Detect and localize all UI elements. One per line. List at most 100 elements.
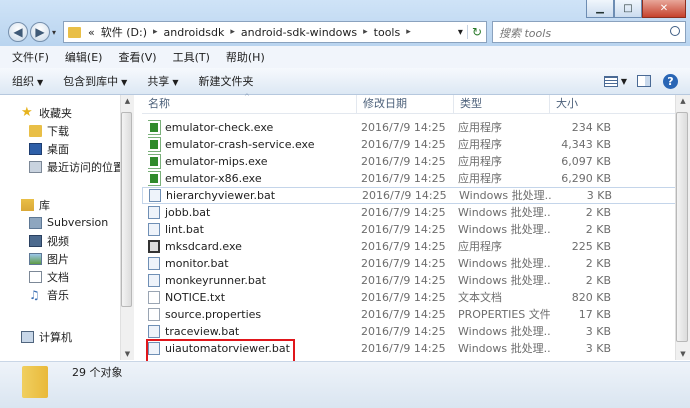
file-name: hierarchyviewer.bat bbox=[166, 189, 276, 202]
organize-button[interactable]: 组织 ▼ bbox=[0, 73, 53, 89]
column-size[interactable]: 大小 bbox=[550, 95, 614, 113]
search-box[interactable] bbox=[492, 21, 686, 43]
maximize-button[interactable]: □ bbox=[614, 0, 642, 18]
file-list-scroll-thumb[interactable] bbox=[676, 112, 688, 342]
music-icon: ♫ bbox=[29, 287, 40, 302]
nav-documents[interactable]: 文档 bbox=[29, 268, 69, 285]
history-dropdown-icon[interactable]: ▾ bbox=[52, 28, 56, 37]
file-type: Windows 批处理... bbox=[458, 274, 550, 287]
file-date: 2016/7/9 14:25 bbox=[361, 325, 446, 338]
minimize-button[interactable]: ▁ bbox=[586, 0, 614, 18]
preview-pane-icon[interactable] bbox=[637, 75, 651, 87]
nav-downloads[interactable]: 下载 bbox=[29, 122, 69, 139]
nav-pictures[interactable]: 图片 bbox=[29, 250, 69, 267]
breadcrumb-tools[interactable]: tools bbox=[371, 26, 404, 39]
file-row[interactable]: monitor.bat 2016/7/9 14:25 Windows 批处理... 2… bbox=[142, 255, 678, 272]
nav-label: 音乐 bbox=[47, 288, 69, 302]
file-name: emulator-mips.exe bbox=[165, 155, 268, 168]
scroll-down-icon[interactable]: ▼ bbox=[121, 350, 134, 358]
file-row[interactable]: emulator-mips.exe 2016/7/9 14:25 应用程序 6,097… bbox=[142, 153, 678, 170]
file-name-cell[interactable]: mksdcard.exe bbox=[148, 238, 353, 255]
help-button[interactable]: ? bbox=[663, 73, 678, 89]
library-icon bbox=[21, 198, 34, 211]
share-button[interactable]: 共享 ▼ bbox=[137, 73, 188, 89]
nav-favorites[interactable]: ★ 收藏夹 bbox=[21, 104, 72, 121]
breadcrumb-sdk-windows[interactable]: android-sdk-windows bbox=[238, 26, 360, 39]
address-dropdown-icon[interactable]: ▾ bbox=[454, 27, 467, 38]
file-name-cell[interactable]: hierarchyviewer.bat bbox=[149, 188, 354, 203]
close-button[interactable]: ✕ bbox=[642, 0, 686, 18]
file-date: 2016/7/9 14:25 bbox=[361, 257, 446, 270]
file-row[interactable]: monkeyrunner.bat 2016/7/9 14:25 Windows 批处… bbox=[142, 272, 678, 289]
file-name-cell[interactable]: NOTICE.txt bbox=[148, 289, 353, 306]
file-name-cell[interactable]: emulator-mips.exe bbox=[148, 153, 353, 170]
file-row[interactable]: lint.bat 2016/7/9 14:25 Windows 批处理... 2 KB bbox=[142, 221, 678, 238]
chevron-right-icon[interactable]: ▸ bbox=[403, 27, 414, 37]
nav-desktop[interactable]: 桌面 bbox=[29, 140, 69, 157]
file-name-cell[interactable]: emulator-check.exe bbox=[148, 119, 353, 136]
file-name-cell[interactable]: lint.bat bbox=[148, 221, 353, 238]
file-row[interactable]: NOTICE.txt 2016/7/9 14:25 文本文档 820 KB bbox=[142, 289, 678, 306]
address-bar[interactable]: « 软件 (D:) ▸ androidsdk ▸ android-sdk-windo… bbox=[63, 21, 487, 43]
column-type[interactable]: 类型 bbox=[454, 95, 550, 113]
file-name-cell[interactable]: emulator-crash-service.exe bbox=[148, 136, 353, 153]
scroll-down-icon[interactable]: ▼ bbox=[676, 350, 690, 358]
search-icon[interactable] bbox=[670, 26, 680, 36]
file-row[interactable]: traceview.bat 2016/7/9 14:25 Windows 批处理..… bbox=[142, 323, 678, 340]
file-name: monitor.bat bbox=[165, 257, 229, 270]
file-name-cell[interactable]: monitor.bat bbox=[148, 255, 353, 272]
file-row[interactable]: emulator-x86.exe 2016/7/9 14:25 应用程序 6,290 … bbox=[142, 170, 678, 187]
file-type: 应用程序 bbox=[458, 172, 502, 185]
menu-edit[interactable]: 编辑(E) bbox=[57, 49, 111, 65]
nav-subversion[interactable]: Subversion bbox=[29, 214, 108, 231]
file-name-cell[interactable]: source.properties bbox=[148, 306, 353, 323]
file-size: 820 KB bbox=[571, 291, 611, 304]
file-name-cell[interactable]: monkeyrunner.bat bbox=[148, 272, 353, 289]
chevron-right-icon[interactable]: ▸ bbox=[150, 27, 161, 37]
chevron-right-icon[interactable]: ▸ bbox=[360, 27, 371, 37]
nav-computer[interactable]: 计算机 bbox=[21, 328, 72, 345]
menu-file[interactable]: 文件(F) bbox=[0, 49, 57, 65]
search-input[interactable] bbox=[497, 23, 665, 43]
nav-videos[interactable]: 视频 bbox=[29, 232, 69, 249]
file-name-cell[interactable]: emulator-x86.exe bbox=[148, 170, 353, 187]
file-size: 3 KB bbox=[586, 189, 612, 202]
menu-view[interactable]: 查看(V) bbox=[110, 49, 164, 65]
refresh-icon[interactable]: ↻ bbox=[466, 25, 486, 39]
menu-tools[interactable]: 工具(T) bbox=[165, 49, 218, 65]
view-options-icon[interactable] bbox=[603, 75, 618, 87]
scroll-up-icon[interactable]: ▲ bbox=[676, 97, 690, 105]
file-size: 2 KB bbox=[585, 223, 611, 236]
file-name-cell[interactable]: traceview.bat bbox=[148, 323, 353, 340]
back-button[interactable]: ◀ bbox=[8, 22, 28, 42]
file-row[interactable]: emulator-crash-service.exe 2016/7/9 14:25… bbox=[142, 136, 678, 153]
scroll-up-icon[interactable]: ▲ bbox=[121, 97, 134, 105]
file-row[interactable]: mksdcard.exe 2016/7/9 14:25 应用程序 225 KB bbox=[142, 238, 678, 255]
file-row[interactable]: jobb.bat 2016/7/9 14:25 Windows 批处理... 2 KB bbox=[142, 204, 678, 221]
file-name-cell[interactable]: jobb.bat bbox=[148, 204, 353, 221]
column-date[interactable]: 修改日期 bbox=[357, 95, 454, 113]
file-row[interactable]: emulator-check.exe 2016/7/9 14:25 应用程序 234 … bbox=[142, 119, 678, 136]
file-size: 225 KB bbox=[571, 240, 611, 253]
forward-button[interactable]: ▶ bbox=[30, 22, 50, 42]
file-type: Windows 批处理... bbox=[458, 342, 550, 355]
folder-icon bbox=[68, 26, 81, 38]
breadcrumb-overflow[interactable]: « bbox=[85, 26, 98, 39]
nav-recent[interactable]: 最近访问的位置 bbox=[29, 158, 124, 175]
file-date: 2016/7/9 14:25 bbox=[361, 223, 446, 236]
file-name: traceview.bat bbox=[165, 325, 240, 338]
nav-music[interactable]: ♫ 音乐 bbox=[29, 286, 69, 303]
file-row[interactable]: hierarchyviewer.bat 2016/7/9 14:25 Windows… bbox=[142, 187, 678, 204]
new-folder-button[interactable]: 新建文件夹 bbox=[188, 73, 263, 89]
nav-libraries[interactable]: 库 bbox=[21, 196, 50, 213]
menu-help[interactable]: 帮助(H) bbox=[218, 49, 273, 65]
chevron-down-icon[interactable]: ▼ bbox=[621, 77, 627, 86]
breadcrumb-androidsdk[interactable]: androidsdk bbox=[161, 26, 228, 39]
include-in-library-button[interactable]: 包含到库中 ▼ bbox=[53, 73, 137, 89]
chevron-right-icon[interactable]: ▸ bbox=[227, 27, 238, 37]
menu-bar: 文件(F) 编辑(E) 查看(V) 工具(T) 帮助(H) bbox=[0, 46, 690, 69]
navigation-scroll-thumb[interactable] bbox=[121, 112, 132, 307]
file-date: 2016/7/9 14:25 bbox=[361, 172, 446, 185]
file-row[interactable]: source.properties 2016/7/9 14:25 PROPERTIE… bbox=[142, 306, 678, 323]
breadcrumb-drive[interactable]: 软件 (D:) bbox=[98, 24, 150, 40]
